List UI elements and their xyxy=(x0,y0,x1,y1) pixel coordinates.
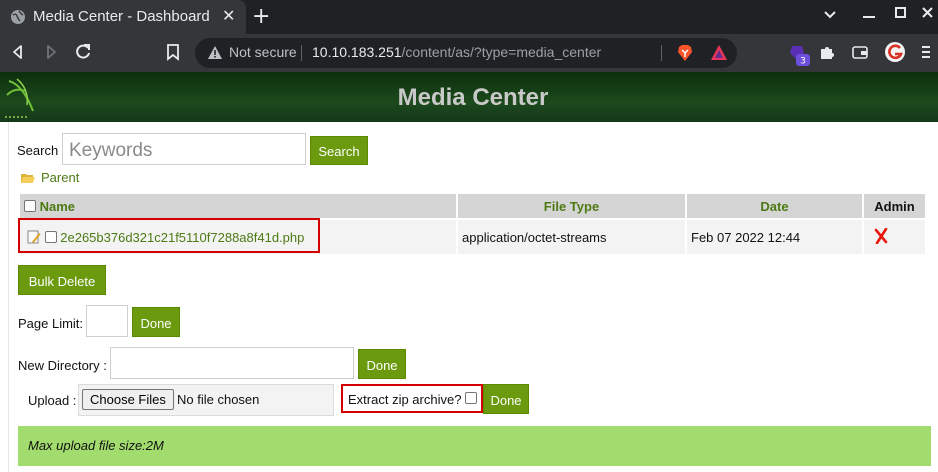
address-divider-2 xyxy=(661,45,662,61)
extension-badge-icon: 3 xyxy=(796,54,810,66)
browser-tab-strip: Media Center - Dashboard ✕ + xyxy=(0,0,938,34)
max-upload-notice: Max upload file size:2M xyxy=(18,426,931,466)
window-close-icon[interactable] xyxy=(922,7,933,18)
folder-open-icon xyxy=(21,174,35,183)
bookmark-icon[interactable] xyxy=(163,42,183,62)
chevron-down-icon[interactable] xyxy=(824,11,836,19)
address-divider xyxy=(301,45,302,61)
column-header-file-type[interactable]: File Type xyxy=(458,194,685,218)
page-limit-done-button[interactable]: Done xyxy=(132,307,180,337)
upload-done-button[interactable]: Done xyxy=(483,384,529,414)
tab-title: Media Center - Dashboard xyxy=(33,8,210,25)
filename-highlight-box xyxy=(18,218,320,253)
new-directory-label: New Directory : xyxy=(18,358,107,373)
extract-zip-highlight-box: Extract zip archive? xyxy=(341,384,483,413)
url-path: /content/as/?type=media_center xyxy=(401,44,602,60)
file-type-cell: application/octet-streams xyxy=(458,220,685,254)
page-title: Media Center xyxy=(397,84,549,111)
media-center-panel: Search Keywords Search Parent Name File … xyxy=(8,122,931,472)
globe-icon xyxy=(11,10,25,24)
file-chosen-status: No file chosen xyxy=(177,392,260,407)
maximize-icon[interactable] xyxy=(895,7,906,18)
browser-tab-active[interactable]: Media Center - Dashboard ✕ xyxy=(0,0,246,34)
minimize-icon[interactable] xyxy=(863,16,875,18)
back-icon[interactable] xyxy=(8,42,28,62)
extract-zip-checkbox[interactable] xyxy=(465,392,477,404)
parent-link-label: Parent xyxy=(41,170,80,185)
search-label: Search xyxy=(17,143,59,158)
site-header: Media Center xyxy=(0,72,938,122)
column-header-name[interactable]: Name xyxy=(20,194,456,218)
delete-icon[interactable] xyxy=(874,227,888,244)
new-directory-input[interactable] xyxy=(110,347,354,379)
address-bar[interactable]: Not secure 10.10.183.251/content/as/?typ… xyxy=(195,38,737,68)
search-button[interactable]: Search xyxy=(310,136,368,165)
url-text[interactable]: 10.10.183.251/content/as/?type=media_cen… xyxy=(312,44,601,60)
warning-icon[interactable] xyxy=(207,45,223,61)
choose-files-button[interactable]: Choose Files xyxy=(82,389,174,410)
select-all-checkbox[interactable] xyxy=(24,199,36,212)
browser-toolbar: Not secure 10.10.183.251/content/as/?typ… xyxy=(0,34,938,72)
table-header-row: Name File Type Date Admin xyxy=(20,194,925,218)
brave-shield-icon[interactable] xyxy=(676,44,694,62)
admin-cell xyxy=(864,220,925,254)
security-label: Not secure xyxy=(229,44,297,60)
page-limit-label: Page Limit: xyxy=(18,316,84,331)
extract-zip-label: Extract zip archive? xyxy=(348,392,462,407)
page-limit-input[interactable] xyxy=(86,305,128,337)
new-directory-done-button[interactable]: Done xyxy=(358,349,406,379)
puzzle-icon[interactable] xyxy=(818,43,836,61)
extension-badge-count: 3 xyxy=(800,57,806,67)
profile-avatar-icon[interactable] xyxy=(884,41,906,63)
new-tab-button[interactable]: + xyxy=(252,4,270,29)
file-date-cell: Feb 07 2022 12:44 xyxy=(687,220,862,254)
wallet-icon[interactable] xyxy=(851,43,869,61)
column-header-admin: Admin xyxy=(864,194,925,218)
forward-icon[interactable] xyxy=(41,42,61,62)
search-input[interactable]: Keywords xyxy=(62,133,306,165)
menu-icon[interactable] xyxy=(920,43,932,61)
file-upload-field: Choose Files No file chosen xyxy=(78,384,334,416)
reload-icon[interactable] xyxy=(73,42,93,62)
bulk-delete-button[interactable]: Bulk Delete xyxy=(18,265,106,295)
tab-close-icon[interactable]: ✕ xyxy=(222,8,235,24)
upload-label: Upload : xyxy=(28,393,77,408)
url-host: 10.10.183.251 xyxy=(312,44,402,60)
column-header-date[interactable]: Date xyxy=(687,194,862,218)
column-name-label: Name xyxy=(39,198,76,214)
max-upload-text: Max upload file size:2M xyxy=(28,438,164,453)
brave-rewards-icon[interactable] xyxy=(710,44,728,62)
page: Media Center Search Keywords Search Pare… xyxy=(0,72,938,472)
